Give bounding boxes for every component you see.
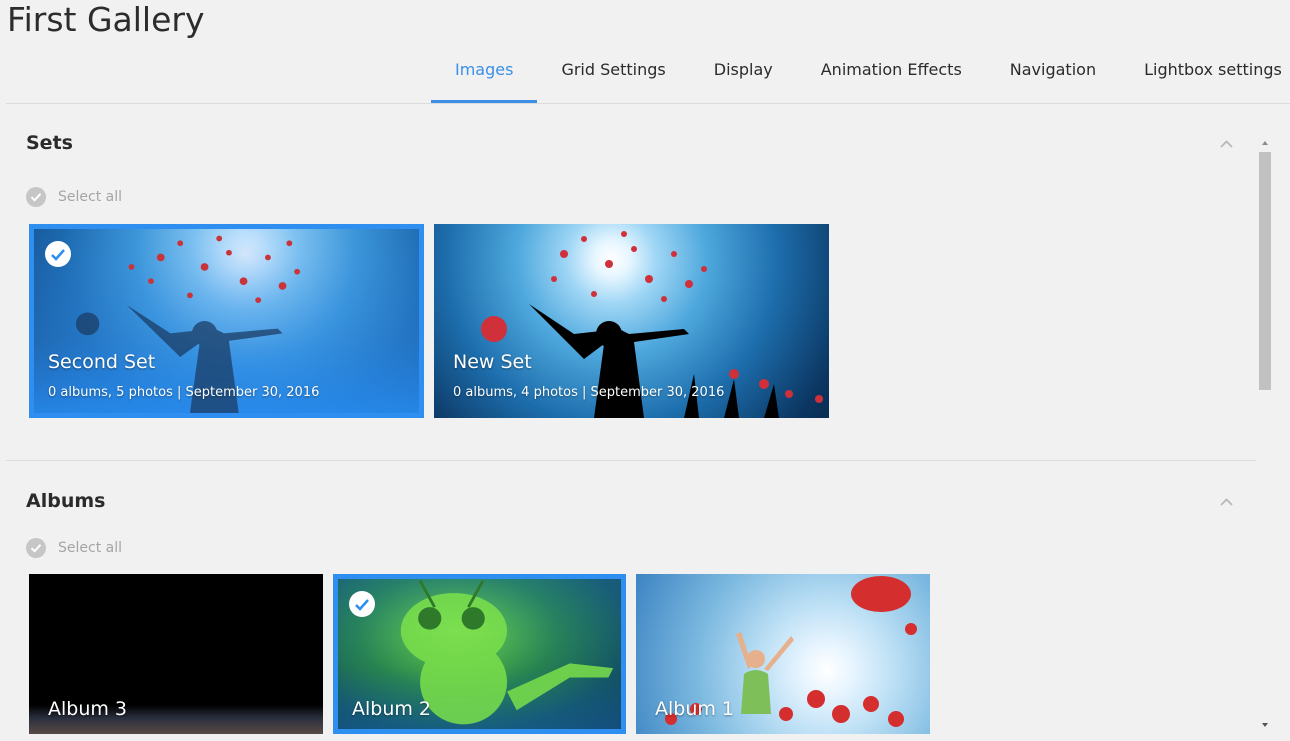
tab-lightbox-settings[interactable]: Lightbox settings [1120,50,1290,103]
check-icon [349,591,375,617]
albums-section: Albums Select all Album 3 Album 2 Album … [6,462,1256,741]
albums-section-title: Albums [26,490,106,512]
sets-section: Sets Select all Second Set 0 albums, 5 p… [6,104,1256,461]
sets-select-all-label: Select all [58,189,122,205]
album-card-album-3[interactable]: Album 3 [29,574,323,734]
album-card-album-1[interactable]: Album 1 [636,574,930,734]
chevron-up-icon [1219,498,1233,506]
set-meta: 0 albums, 4 photos | September 30, 2016 [453,385,725,400]
album-title: Album 3 [48,698,128,720]
tab-images[interactable]: Images [431,50,538,103]
gallery-editor: First Gallery Images Grid Settings Displ… [0,0,1290,741]
album-card-album-2[interactable]: Album 2 [333,574,626,734]
album-title: Album 1 [655,698,735,720]
albums-select-all[interactable]: Select all [26,538,122,558]
arrow-down-icon[interactable] [1261,721,1269,729]
set-title: New Set [453,351,532,373]
vertical-scrollbar[interactable] [1256,137,1274,733]
tab-navigation[interactable]: Navigation [986,50,1120,103]
page-title: First Gallery [7,0,205,39]
sets-collapse-button[interactable] [1218,138,1234,150]
sets-select-all[interactable]: Select all [26,187,122,207]
set-card-second-set[interactable]: Second Set 0 albums, 5 photos | Septembe… [29,224,424,418]
tab-display[interactable]: Display [690,50,797,103]
scrollbar-thumb[interactable] [1259,152,1271,390]
tab-grid-settings[interactable]: Grid Settings [537,50,689,103]
set-title: Second Set [48,351,156,373]
set-card-new-set[interactable]: New Set 0 albums, 4 photos | September 3… [434,224,829,418]
images-panel: Sets Select all Second Set 0 albums, 5 p… [6,104,1256,741]
check-icon [45,241,71,267]
albums-select-all-label: Select all [58,540,122,556]
sets-section-title: Sets [26,132,73,154]
tab-animation-effects[interactable]: Animation Effects [797,50,986,103]
set-meta: 0 albums, 5 photos | September 30, 2016 [48,385,320,400]
album-title: Album 2 [352,698,432,720]
check-icon [26,187,46,207]
tab-bar: Images Grid Settings Display Animation E… [431,50,1290,103]
check-icon [26,538,46,558]
arrow-up-icon[interactable] [1261,139,1269,147]
albums-collapse-button[interactable] [1218,496,1234,508]
chevron-up-icon [1219,140,1233,148]
